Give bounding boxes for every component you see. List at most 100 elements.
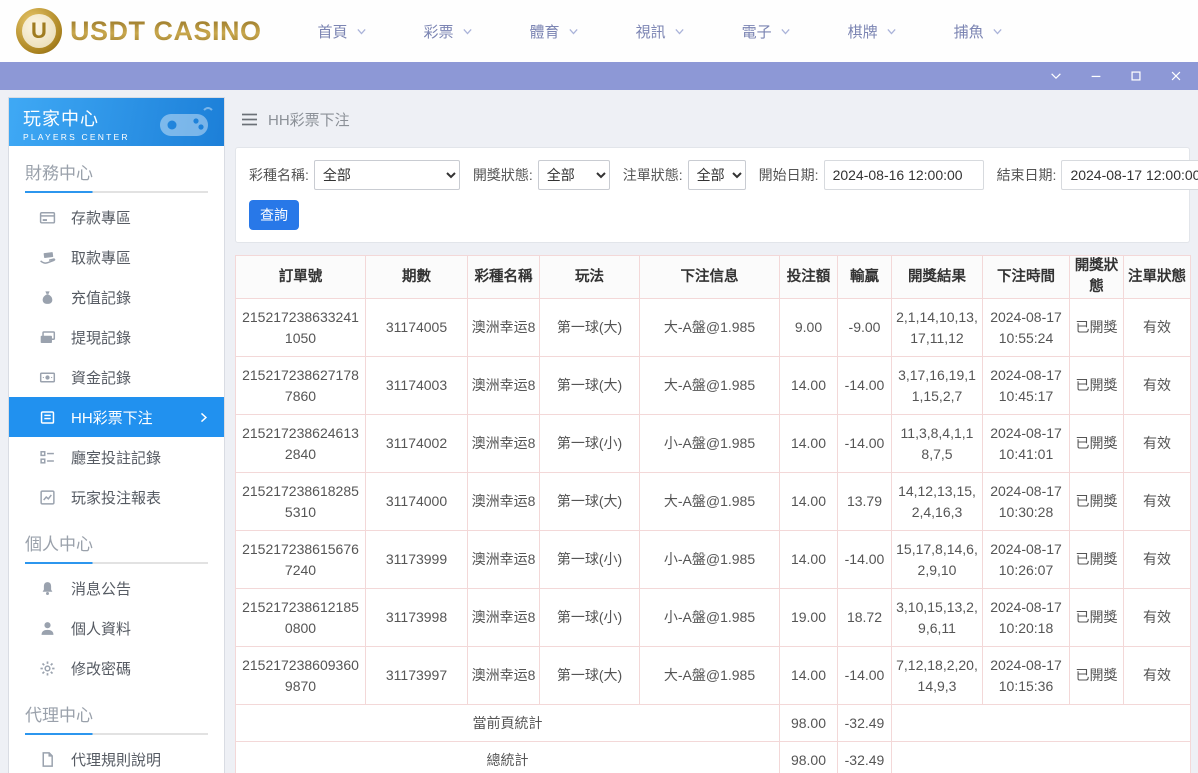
table-cell: 澳洲幸运8: [467, 588, 540, 648]
collapse-chevron-icon[interactable]: [1048, 68, 1064, 84]
table-cell: 11,3,8,4,1,18,7,5: [891, 414, 983, 474]
sidebar-item-gear[interactable]: 修改密碼: [9, 648, 224, 688]
sidebar-item-wallet[interactable]: 提現記錄: [9, 317, 224, 357]
sidebar-item-label: 玩家投注報表: [71, 489, 162, 507]
nav-item-label: 捕魚: [953, 23, 984, 41]
close-icon[interactable]: [1168, 68, 1184, 84]
logo[interactable]: U USDT CASINO: [16, 8, 262, 54]
order-status-label: 注單狀態:: [622, 167, 683, 183]
chevron-down-icon: [673, 25, 686, 38]
sidebar-section: 代理中心 代理規則說明: [9, 688, 224, 773]
table-cell: 31174002: [365, 414, 468, 474]
sidebar-item-bell[interactable]: 消息公告: [9, 568, 224, 608]
start-date-label: 開始日期:: [758, 167, 819, 183]
table-cell: 31174000: [365, 472, 468, 532]
table-cell: 14.00: [779, 414, 838, 474]
draw-status-select[interactable]: 全部: [537, 160, 610, 190]
maximize-icon[interactable]: [1128, 68, 1144, 84]
table-cell: -9.00: [837, 298, 892, 358]
column-header: 投注額: [779, 254, 838, 300]
table-cell: 小-A盤@1.985: [639, 530, 780, 590]
draw-status-label: 開獎狀態:: [472, 167, 533, 183]
start-date-input[interactable]: [823, 160, 984, 190]
sidebar-item-report-chart[interactable]: 玩家投注報表: [9, 477, 224, 517]
sidebar-item-withdraw-hand[interactable]: 取款專區: [9, 237, 224, 277]
table-cell: 已開獎: [1069, 588, 1124, 648]
moneybag-icon: [39, 289, 56, 306]
table-cell: 2152172386156767240: [235, 530, 366, 590]
sidebar-section: 個人中心 消息公告 個人資料 修改密碼: [9, 517, 224, 688]
table-cell: 2,1,14,10,13,17,11,12: [891, 298, 983, 358]
nav-item-6[interactable]: 捕魚: [954, 21, 1004, 42]
search-button[interactable]: 查詢: [249, 200, 299, 230]
sidebar-item-deposit-card[interactable]: 存款專區: [9, 197, 224, 237]
end-date-input[interactable]: [1061, 160, 1198, 190]
nav-item-2[interactable]: 體育: [530, 21, 580, 42]
column-header: 開獎結果: [891, 254, 983, 300]
nav-item-5[interactable]: 棋牌: [848, 21, 898, 42]
table-cell: 31173999: [365, 530, 468, 590]
sidebar-item-person[interactable]: 個人資料: [9, 608, 224, 648]
order-status-select[interactable]: 全部: [687, 160, 746, 190]
sidebar: 玩家中心 PLAYERS CENTER 財務中心 存款專區 取款專區 充值記錄 …: [8, 97, 225, 773]
table-row: 2152172386093609870 31173997 澳洲幸运8 第一球(大) 大-…: [235, 646, 1191, 706]
chevron-down-icon: [991, 25, 1004, 38]
sidebar-item-label: 充值記錄: [71, 289, 132, 307]
table-cell: 第一球(大): [539, 472, 640, 532]
table-cell: 2024-08-17 10:55:24: [982, 298, 1070, 358]
section-divider: [25, 733, 208, 735]
table-cell: 31174005: [365, 298, 468, 358]
table-cell: 有效: [1123, 530, 1191, 590]
column-header: 訂單號: [235, 254, 366, 300]
table-cell: 澳洲幸运8: [467, 298, 540, 358]
sidebar-item-label: 提現記錄: [71, 329, 132, 347]
sidebar-item-label: 廳室投註記錄: [71, 449, 162, 467]
column-header: 彩種名稱: [467, 254, 540, 300]
cash-icon: [39, 369, 56, 386]
table-cell: 澳洲幸运8: [467, 356, 540, 416]
nav-item-1[interactable]: 彩票: [424, 21, 474, 42]
table-cell: 第一球(小): [539, 530, 640, 590]
table-cell: 大-A盤@1.985: [639, 356, 780, 416]
table-cell: 有效: [1123, 472, 1191, 532]
nav-item-3[interactable]: 視訊: [636, 21, 686, 42]
sidebar-item-lottery-book[interactable]: HH彩票下注: [9, 397, 224, 437]
nav-item-label: 彩票: [423, 23, 454, 41]
top-navigation-bar: U USDT CASINO 首頁 彩票 體育 視訊 電子 棋牌 捕魚: [0, 0, 1198, 62]
table-cell: 15,17,8,14,6,2,9,10: [891, 530, 983, 590]
lottery-name-select[interactable]: 全部: [313, 160, 460, 190]
summary-row: 當前頁統計 98.00 -32.49: [235, 704, 1191, 743]
sidebar-item-label: 消息公告: [71, 580, 132, 598]
nav-item-4[interactable]: 電子: [742, 21, 792, 42]
nav-item-label: 首頁: [317, 23, 348, 41]
table-cell: 18.72: [837, 588, 892, 648]
hamburger-menu-icon[interactable]: [241, 112, 258, 127]
section-divider: [25, 191, 208, 193]
table-row: 2152172386332411050 31174005 澳洲幸运8 第一球(大) 大-…: [235, 298, 1191, 358]
chevron-down-icon: [779, 25, 792, 38]
table-cell: 2024-08-17 10:41:01: [982, 414, 1070, 474]
section-divider: [25, 562, 208, 564]
table-cell: -14.00: [837, 530, 892, 590]
sidebar-item-document[interactable]: 代理規則說明: [9, 739, 224, 773]
nav-item-0[interactable]: 首頁: [318, 21, 368, 42]
gamepad-icon: [160, 107, 213, 136]
table-cell: 9.00: [779, 298, 838, 358]
table-cell: 第一球(小): [539, 414, 640, 474]
sidebar-item-moneybag[interactable]: 充值記錄: [9, 277, 224, 317]
minimize-icon[interactable]: [1088, 68, 1104, 84]
sidebar-section: 財務中心 存款專區 取款專區 充值記錄 提現記錄 資金記錄 HH彩票下注 廳室投…: [9, 146, 224, 517]
nav-item-label: 視訊: [635, 23, 666, 41]
lottery-name-label: 彩種名稱:: [249, 167, 309, 183]
table-cell: 19.00: [779, 588, 838, 648]
bets-table-container: 訂單號 期數 彩種名稱 玩法 下注信息 投注額 輸贏 開獎結果 下注時間 開獎狀態 注單狀態 215…: [235, 254, 1191, 773]
sidebar-item-label: HH彩票下注: [71, 409, 153, 427]
sidebar-item-room-record[interactable]: 廳室投註記錄: [9, 437, 224, 477]
sidebar-item-label: 修改密碼: [71, 660, 132, 678]
summary-bet-total: 98.00: [779, 704, 838, 743]
sidebar-item-cash[interactable]: 資金記錄: [9, 357, 224, 397]
summary-label: 總統計: [235, 741, 780, 773]
window-titlebar: [0, 62, 1198, 90]
nav-item-label: 電子: [741, 23, 772, 41]
person-icon: [39, 620, 56, 637]
